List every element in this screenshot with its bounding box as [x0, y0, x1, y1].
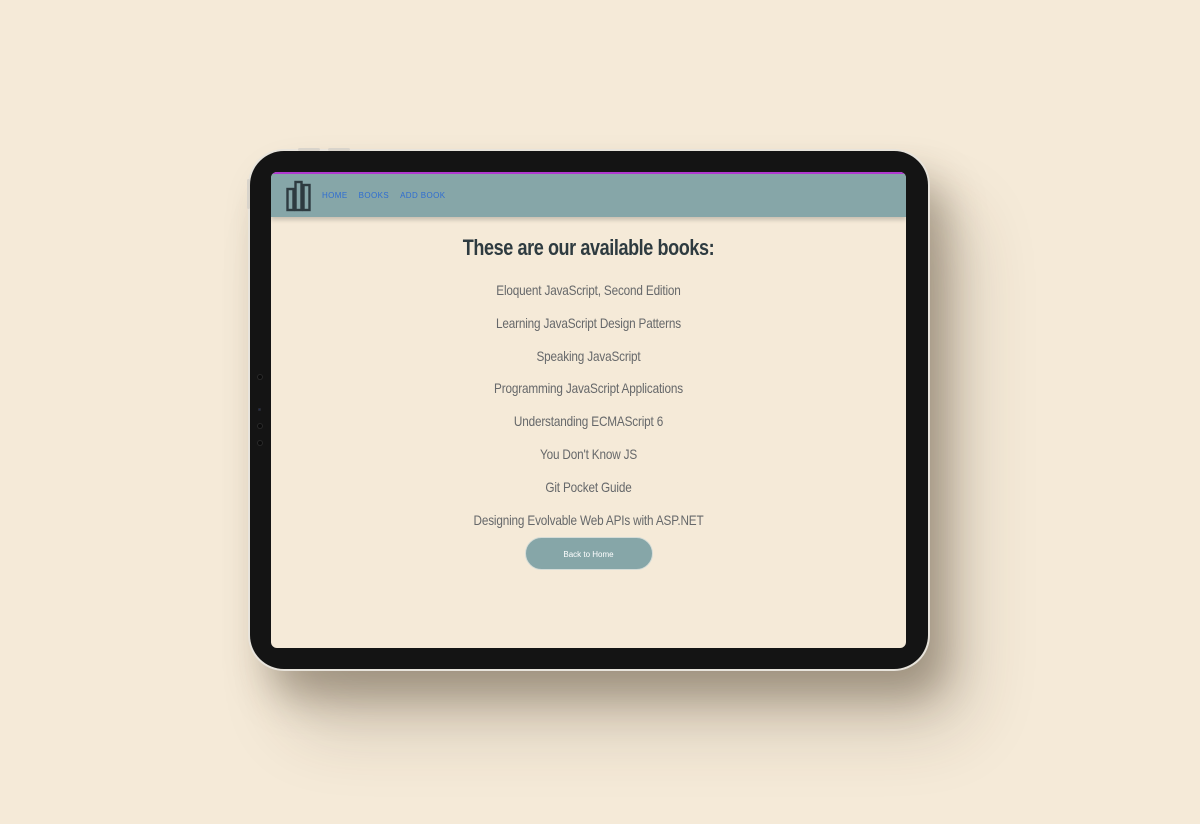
books-logo-icon[interactable]: [286, 180, 312, 212]
nav-link-add-book[interactable]: ADD BOOK: [400, 191, 445, 200]
book-list: Eloquent JavaScript, Second Edition Lear…: [271, 281, 906, 543]
book-list-item: Git Pocket Guide: [545, 478, 632, 495]
navbar: HOME BOOKS ADD BOOK: [271, 172, 906, 217]
book-list-item: Designing Evolvable Web APIs with ASP.NE…: [473, 511, 704, 528]
power-button: [247, 179, 250, 209]
volume-up-button: [298, 148, 320, 151]
camera-dot: [257, 440, 263, 446]
nav-link-home[interactable]: HOME: [322, 191, 348, 200]
volume-down-button: [328, 148, 350, 151]
camera-dot: [257, 374, 263, 380]
page-title: These are our available books:: [462, 235, 715, 260]
nav-link-books[interactable]: BOOKS: [359, 191, 389, 200]
book-list-item: Speaking JavaScript: [536, 347, 641, 364]
book-list-item: Learning JavaScript Design Patterns: [495, 314, 681, 331]
book-list-item: Understanding ECMAScript 6: [513, 413, 664, 430]
book-list-item: Programming JavaScript Applications: [494, 380, 683, 397]
main-content: These are our available books: Eloquent …: [271, 217, 906, 571]
book-list-item: Eloquent JavaScript, Second Edition: [496, 282, 681, 298]
book-list-item: You Don't Know JS: [539, 445, 638, 462]
camera-dot: [257, 423, 263, 429]
tablet-device: HOME BOOKS ADD BOOK These are our availa…: [247, 148, 928, 669]
camera-dot: [258, 408, 261, 411]
mockup-stage: HOME BOOKS ADD BOOK These are our availa…: [0, 0, 1200, 824]
tablet-screen: HOME BOOKS ADD BOOK These are our availa…: [271, 172, 906, 648]
